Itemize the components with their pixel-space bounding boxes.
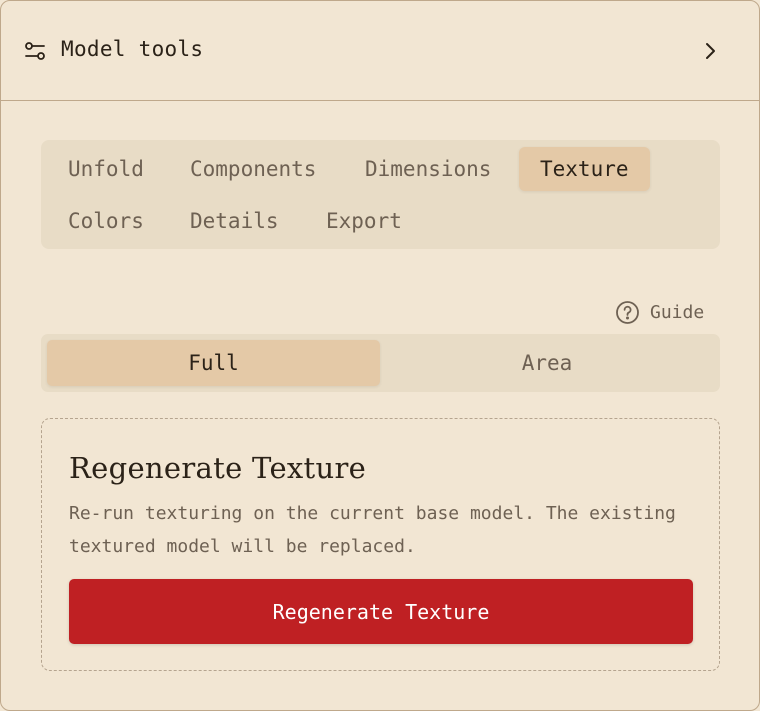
card-title: Regenerate Texture (69, 451, 367, 485)
mode-full-button[interactable]: Full (47, 340, 380, 386)
tab-colors[interactable]: Colors (47, 199, 165, 243)
tab-texture[interactable]: Texture (519, 147, 650, 191)
tab-unfold[interactable]: Unfold (47, 147, 165, 191)
regenerate-texture-button[interactable]: Regenerate Texture (69, 579, 693, 644)
tab-details[interactable]: Details (169, 199, 300, 243)
mode-segmented-control: Full Area (41, 334, 720, 392)
guide-label: Guide (650, 301, 705, 323)
regenerate-card: Regenerate Texture Re-run texturing on t… (41, 418, 720, 671)
chevron-right-icon[interactable] (701, 40, 721, 62)
help-circle-icon (615, 300, 640, 325)
card-description: Re-run texturing on the current base mod… (69, 503, 676, 557)
tab-dimensions[interactable]: Dimensions (344, 147, 512, 191)
panel-title: Model tools (61, 37, 204, 61)
guide-link[interactable]: Guide (615, 298, 704, 326)
mode-area-button[interactable]: Area (380, 340, 714, 386)
tool-tabs: Unfold Components Dimensions Texture Col… (41, 140, 720, 249)
tab-export[interactable]: Export (305, 199, 423, 243)
tab-components[interactable]: Components (169, 147, 337, 191)
model-tools-panel: Model tools Unfold Components Dimensions… (0, 0, 760, 711)
sliders-icon (24, 40, 46, 62)
panel-header[interactable]: Model tools (1, 1, 759, 101)
